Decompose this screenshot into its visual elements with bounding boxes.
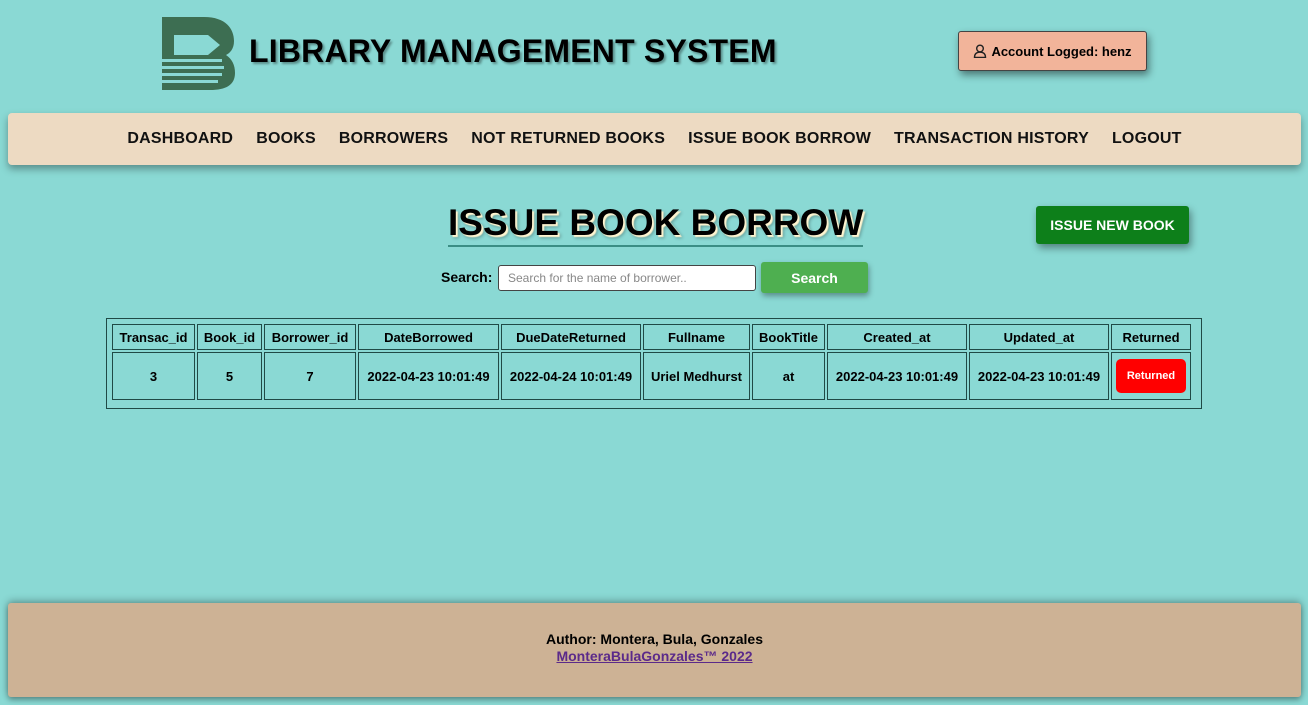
nav-logout[interactable]: LOGOUT [1112, 130, 1182, 148]
search-button[interactable]: Search [761, 262, 868, 293]
cell-book-id: 5 [197, 352, 262, 400]
column-header: Transac_id [112, 324, 195, 350]
returned-button[interactable]: Returned [1116, 359, 1186, 393]
page-title: ISSUE BOOK BORROW [448, 203, 864, 247]
footer-link[interactable]: MonteraBulaGonzales™ 2022 [556, 648, 752, 664]
transactions-table-container: Transac_id Book_id Borrower_id DateBorro… [106, 318, 1202, 409]
nav-dashboard[interactable]: DASHBOARD [127, 130, 233, 148]
cell-returned: Returned [1111, 352, 1191, 400]
column-header: Book_id [197, 324, 262, 350]
footer-author: Author: Montera, Bula, Gonzales [545, 631, 763, 647]
nav-not-returned-books[interactable]: NOT RETURNED BOOKS [471, 130, 665, 148]
cell-date-borrowed: 2022-04-23 10:01:49 [358, 352, 499, 400]
cell-created-at: 2022-04-23 10:01:49 [827, 352, 967, 400]
table-header-row: Transac_id Book_id Borrower_id DateBorro… [112, 324, 1191, 350]
cell-borrower-id: 7 [264, 352, 356, 400]
column-header: Borrower_id [264, 324, 356, 350]
column-header: DueDateReturned [501, 324, 641, 350]
main-nav: DASHBOARD BOOKS BORROWERS NOT RETURNED B… [8, 113, 1301, 165]
site-title: LIBRARY MANAGEMENT SYSTEM [249, 33, 777, 69]
search-label: Search: [441, 269, 493, 285]
nav-borrowers[interactable]: BORROWERS [339, 130, 448, 148]
column-header: Fullname [643, 324, 750, 350]
account-badge[interactable]: Account Logged: henz [958, 31, 1147, 71]
user-icon [974, 44, 987, 58]
cell-updated-at: 2022-04-23 10:01:49 [969, 352, 1109, 400]
book-logo-icon [162, 17, 235, 90]
nav-transaction-history[interactable]: TRANSACTION HISTORY [894, 130, 1089, 148]
header: LIBRARY MANAGEMENT SYSTEM Account Logged… [0, 0, 1308, 108]
column-header: BookTitle [752, 324, 825, 350]
column-header: Returned [1111, 324, 1191, 350]
column-header: Updated_at [969, 324, 1109, 350]
cell-fullname: Uriel Medhurst [643, 352, 750, 400]
nav-books[interactable]: BOOKS [256, 130, 316, 148]
issue-new-book-button[interactable]: ISSUE NEW BOOK [1036, 206, 1189, 244]
cell-book-title: at [752, 352, 825, 400]
footer: Author: Montera, Bula, Gonzales MonteraB… [8, 603, 1301, 697]
cell-transac-id: 3 [112, 352, 195, 400]
search-input[interactable] [498, 265, 756, 291]
column-header: Created_at [827, 324, 967, 350]
transactions-table: Transac_id Book_id Borrower_id DateBorro… [110, 322, 1193, 402]
column-header: DateBorrowed [358, 324, 499, 350]
cell-due-date-returned: 2022-04-24 10:01:49 [501, 352, 641, 400]
account-label: Account Logged: henz [991, 43, 1132, 59]
table-row: 3 5 7 2022-04-23 10:01:49 2022-04-24 10:… [112, 352, 1191, 400]
nav-issue-book-borrow[interactable]: ISSUE BOOK BORROW [688, 130, 871, 148]
